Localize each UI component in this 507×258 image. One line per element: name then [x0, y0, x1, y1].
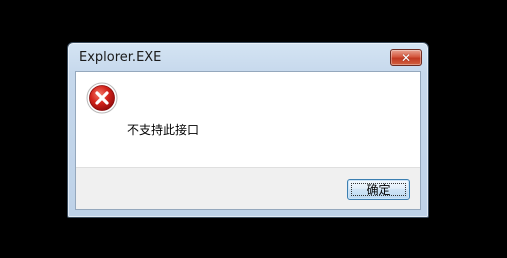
error-icon — [86, 82, 118, 114]
close-button[interactable]: ✕ — [390, 49, 422, 66]
close-icon: ✕ — [400, 50, 412, 65]
ok-button[interactable]: 确定 — [347, 179, 410, 200]
dialog-client-area: 不支持此接口 确定 — [75, 71, 421, 210]
error-message: 不支持此接口 — [127, 123, 200, 137]
error-dialog: Explorer.EXE ✕ 不支持此接口 确定 — [67, 42, 429, 218]
button-bar: 确定 — [76, 167, 420, 209]
ok-button-label: 确定 — [366, 183, 391, 197]
dialog-title: Explorer.EXE — [79, 50, 162, 65]
message-area: 不支持此接口 — [76, 72, 420, 167]
title-bar[interactable]: Explorer.EXE ✕ — [68, 43, 428, 71]
screen-background: Explorer.EXE ✕ 不支持此接口 确定 — [0, 0, 507, 258]
